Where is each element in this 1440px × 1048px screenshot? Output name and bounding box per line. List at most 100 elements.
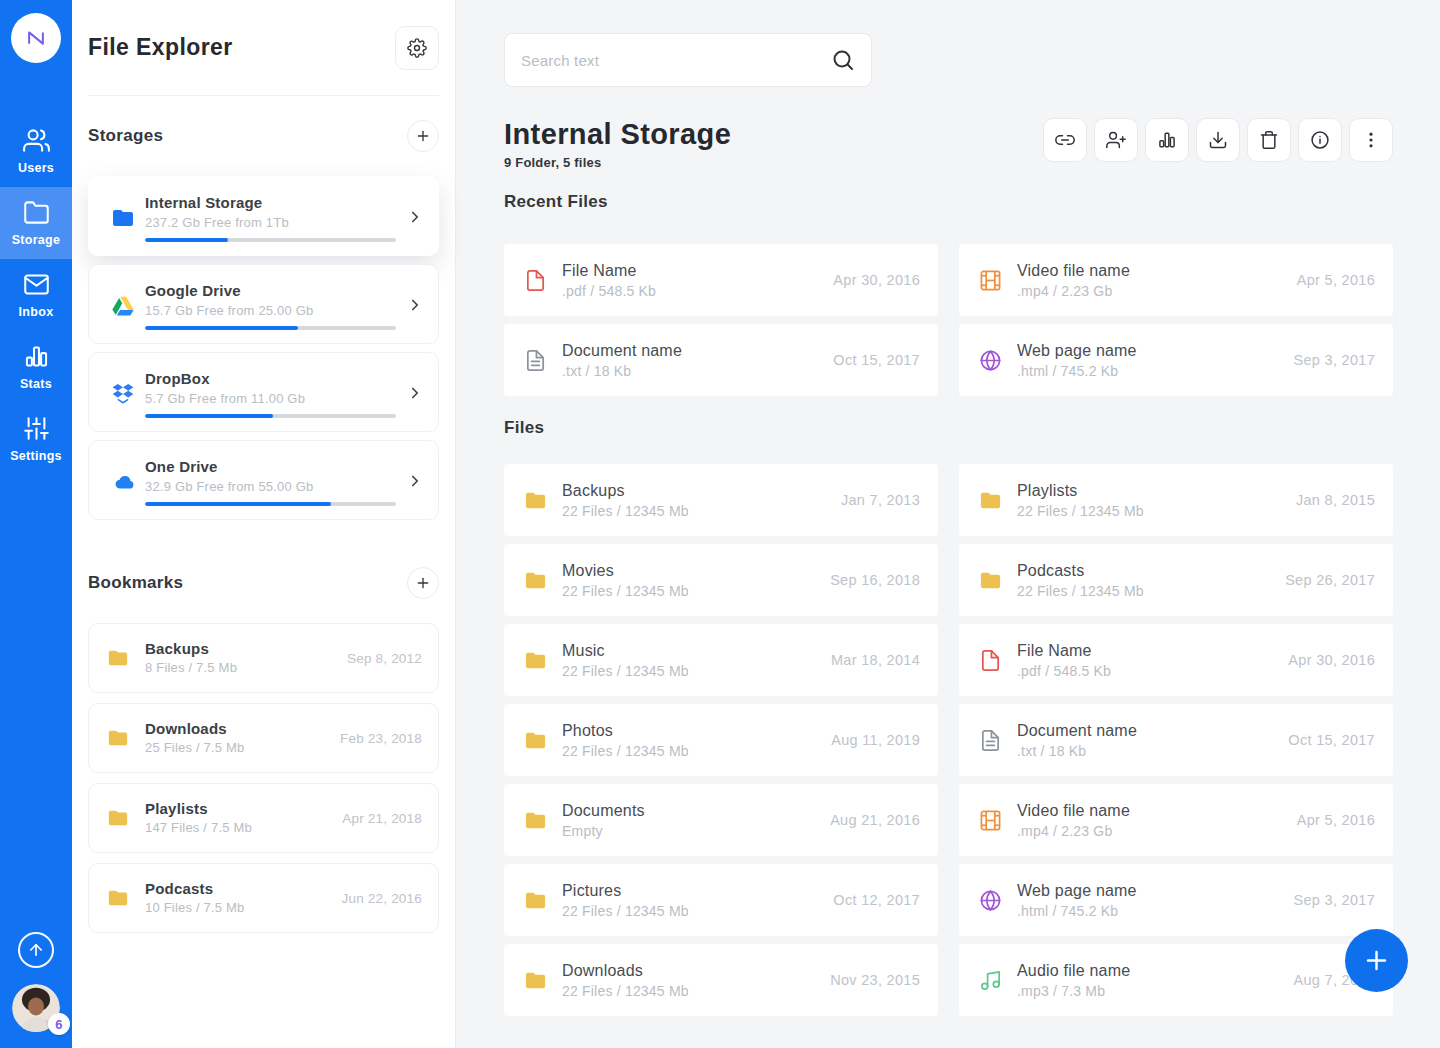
storage-card-internal-storage[interactable]: Internal Storage 237.2 Gb Free from 1Tb xyxy=(88,176,439,256)
file-detail: 22 Files / 12345 Mb xyxy=(562,902,833,921)
storage-usage-bar xyxy=(145,414,396,418)
add-file-fab[interactable] xyxy=(1345,929,1408,992)
video-icon xyxy=(979,809,1002,832)
rail-item-label: Stats xyxy=(20,377,52,391)
action-more[interactable] xyxy=(1349,118,1393,162)
pdf-icon xyxy=(979,649,1002,672)
action-user-plus[interactable] xyxy=(1094,118,1138,162)
action-download[interactable] xyxy=(1196,118,1240,162)
file-row-documents[interactable]: Documents Empty Aug 21, 2016 xyxy=(504,784,938,856)
file-date: Oct 15, 2017 xyxy=(1288,732,1375,748)
bookmark-card-backups[interactable]: Backups 8 Files / 7.5 Mb Sep 8, 2012 xyxy=(88,623,439,693)
action-info[interactable] xyxy=(1298,118,1342,162)
file-name: Podcasts xyxy=(1017,560,1285,582)
file-date: Jan 7, 2013 xyxy=(841,492,920,508)
bookmark-card-downloads[interactable]: Downloads 25 Files / 7.5 Mb Feb 23, 2018 xyxy=(88,703,439,773)
rail-item-storage[interactable]: Storage xyxy=(0,187,72,259)
bookmarks-section-header: Bookmarks xyxy=(88,543,439,623)
file-detail: 22 Files / 12345 Mb xyxy=(562,662,831,681)
search-icon[interactable] xyxy=(831,48,855,72)
file-row-playlists[interactable]: Playlists 22 Files / 12345 Mb Jan 8, 201… xyxy=(959,464,1393,536)
file-name: Video file name xyxy=(1017,260,1297,282)
recent-files-header: Recent Files xyxy=(504,192,1393,212)
storage-detail: 5.7 Gb Free from 11.00 Gb xyxy=(145,390,396,408)
file-row-video-file-name[interactable]: Video file name .mp4 / 2.23 Gb Apr 5, 20… xyxy=(959,784,1393,856)
file-detail: 22 Files / 12345 Mb xyxy=(562,502,841,521)
action-link[interactable] xyxy=(1043,118,1087,162)
add-bookmark-button[interactable] xyxy=(407,567,439,599)
chevron-right-icon[interactable] xyxy=(406,384,424,402)
file-detail: .pdf / 548.5 Kb xyxy=(1017,662,1288,681)
folder-icon xyxy=(524,649,547,672)
file-date: Nov 23, 2015 xyxy=(830,972,920,988)
bookmark-date: Feb 23, 2018 xyxy=(340,731,422,746)
bookmark-card-podcasts[interactable]: Podcasts 10 Files / 7.5 Mb Jun 22, 2016 xyxy=(88,863,439,933)
left-rail: Users Storage Inbox Stats Settings xyxy=(0,0,72,1048)
folder-icon xyxy=(107,887,129,909)
bar-chart-icon xyxy=(1157,130,1177,150)
rail-item-settings[interactable]: Settings xyxy=(0,403,72,475)
bookmark-date: Sep 8, 2012 xyxy=(347,651,422,666)
rail-item-users[interactable]: Users xyxy=(0,115,72,187)
bookmark-name: Backups xyxy=(145,639,347,659)
file-row-downloads[interactable]: Downloads 22 Files / 12345 Mb Nov 23, 20… xyxy=(504,944,938,1016)
download-icon xyxy=(1208,130,1228,150)
recent-file-video-file-name[interactable]: Video file name .mp4 / 2.23 Gb Apr 5, 20… xyxy=(959,244,1393,316)
file-detail: .txt / 18 Kb xyxy=(562,362,833,381)
doc-icon xyxy=(979,729,1002,752)
user-avatar[interactable]: 6 xyxy=(12,984,60,1032)
chevron-right-icon[interactable] xyxy=(406,472,424,490)
video-icon xyxy=(979,269,1002,292)
file-row-movies[interactable]: Movies 22 Files / 12345 Mb Sep 16, 2018 xyxy=(504,544,938,616)
folder-icon xyxy=(979,569,1002,592)
file-row-backups[interactable]: Backups 22 Files / 12345 Mb Jan 7, 2013 xyxy=(504,464,938,536)
bookmarks-title: Bookmarks xyxy=(88,573,183,593)
file-name: Downloads xyxy=(562,960,830,982)
bookmark-detail: 8 Files / 7.5 Mb xyxy=(145,659,347,677)
folder-icon xyxy=(979,489,1002,512)
storage-card-google-drive[interactable]: Google Drive 15.7 Gb Free from 25.00 Gb xyxy=(88,264,439,344)
recent-file-web-page-name[interactable]: Web page name .html / 745.2 Kb Sep 3, 20… xyxy=(959,324,1393,396)
file-detail: .html / 745.2 Kb xyxy=(1017,362,1293,381)
search-input[interactable] xyxy=(521,52,831,69)
file-row-podcasts[interactable]: Podcasts 22 Files / 12345 Mb Sep 26, 201… xyxy=(959,544,1393,616)
action-trash[interactable] xyxy=(1247,118,1291,162)
file-name: Document name xyxy=(562,340,833,362)
storage-card-one-drive[interactable]: One Drive 32.9 Gb Free from 55.00 Gb xyxy=(88,440,439,520)
folder-icon xyxy=(524,809,547,832)
bookmark-detail: 25 Files / 7.5 Mb xyxy=(145,739,340,757)
file-row-photos[interactable]: Photos 22 Files / 12345 Mb Aug 11, 2019 xyxy=(504,704,938,776)
search-box[interactable] xyxy=(504,33,872,87)
chevron-right-icon[interactable] xyxy=(406,208,424,226)
recent-file-document-name[interactable]: Document name .txt / 18 Kb Oct 15, 2017 xyxy=(504,324,938,396)
file-row-pictures[interactable]: Pictures 22 Files / 12345 Mb Oct 12, 201… xyxy=(504,864,938,936)
file-row-music[interactable]: Music 22 Files / 12345 Mb Mar 18, 2014 xyxy=(504,624,938,696)
folder-outline-icon xyxy=(23,199,50,226)
file-name: Documents xyxy=(562,800,830,822)
file-row-document-name[interactable]: Document name .txt / 18 Kb Oct 15, 2017 xyxy=(959,704,1393,776)
add-storage-button[interactable] xyxy=(407,120,439,152)
rail-item-stats[interactable]: Stats xyxy=(0,331,72,403)
recent-file-file-name[interactable]: File Name .pdf / 548.5 Kb Apr 30, 2016 xyxy=(504,244,938,316)
sidebar: File Explorer Storages Internal Storage … xyxy=(72,0,456,1048)
info-icon xyxy=(1310,130,1330,150)
scroll-top-button[interactable] xyxy=(18,932,54,968)
app-logo[interactable] xyxy=(11,13,61,63)
chevron-right-icon[interactable] xyxy=(406,296,424,314)
inbox-icon xyxy=(23,271,50,298)
plus-icon xyxy=(415,575,431,591)
file-date: Apr 5, 2016 xyxy=(1297,272,1375,288)
storage-name: DropBox xyxy=(145,369,396,389)
storage-detail: 15.7 Gb Free from 25.00 Gb xyxy=(145,302,396,320)
file-date: Aug 11, 2019 xyxy=(831,732,920,748)
file-row-audio-file-name[interactable]: Audio file name .mp3 / 7.3 Mb Aug 7, 201… xyxy=(959,944,1393,1016)
web-icon xyxy=(979,349,1002,372)
action-bar-chart[interactable] xyxy=(1145,118,1189,162)
storage-card-dropbox[interactable]: DropBox 5.7 Gb Free from 11.00 Gb xyxy=(88,352,439,432)
file-row-file-name[interactable]: File Name .pdf / 548.5 Kb Apr 30, 2016 xyxy=(959,624,1393,696)
file-row-web-page-name[interactable]: Web page name .html / 745.2 Kb Sep 3, 20… xyxy=(959,864,1393,936)
settings-button[interactable] xyxy=(395,26,439,70)
rail-item-inbox[interactable]: Inbox xyxy=(0,259,72,331)
bookmark-card-playlists[interactable]: Playlists 147 Files / 7.5 Mb Apr 21, 201… xyxy=(88,783,439,853)
storage-name: One Drive xyxy=(145,457,396,477)
